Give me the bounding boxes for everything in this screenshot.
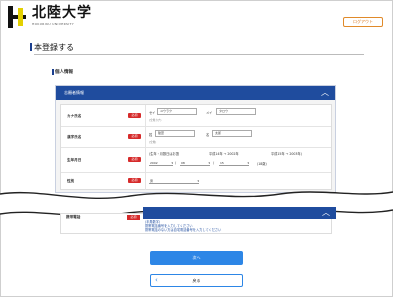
birth-year-select[interactable]: 2002 [149, 160, 173, 166]
gender-select[interactable]: 男 [149, 178, 199, 184]
kanji-note: (全角) [149, 141, 157, 144]
lower-panel-header[interactable]: ︿ [143, 207, 336, 219]
age-display: (18歳) [257, 162, 267, 166]
row-kana-name: カナ氏名 必須 セイ ユウラク メイ タロウ (全角カナ) [61, 105, 331, 127]
collapse-caret-icon[interactable]: ︿ [322, 207, 330, 219]
next-button[interactable]: 次へ [150, 251, 243, 265]
logo-text: 北陸大学 [32, 5, 92, 21]
panel-title: 志願者情報 [64, 90, 84, 95]
chevron-left-icon: ‹ [155, 276, 158, 284]
back-button-label: 戻る [192, 278, 201, 283]
section-label: 個人情報 [52, 69, 73, 75]
kanji-mei-label: 名 [206, 133, 210, 137]
kanji-mei-input[interactable]: 太郎 [212, 130, 252, 137]
required-badge: 必須 [128, 134, 141, 139]
required-badge: 必須 [128, 157, 141, 162]
kana-name-label: カナ氏名 [67, 114, 82, 118]
required-badge: 必須 [128, 113, 141, 118]
kana-mei-input[interactable]: タロウ [216, 108, 256, 115]
back-button[interactable]: ‹ 戻る [150, 274, 243, 287]
birthdate-era-2: 平成15年 → 2003年) [271, 152, 302, 156]
kana-mei-label: メイ [206, 111, 213, 115]
row-kanji-name: 漢字氏名 必須 姓 陸葉 名 太郎 (全角) [61, 127, 331, 148]
university-logo-icon [6, 6, 28, 28]
kanji-sei-label: 姓 [149, 133, 153, 137]
mobile-phone-note: (半角数字) 携帯電話番号を入力してください 携帯電話のない方は自宅電話番号を入… [145, 220, 222, 232]
kana-sei-label: セイ [149, 111, 156, 115]
kana-note: (全角カナ) [149, 119, 162, 122]
birth-month-select[interactable]: 08 [180, 160, 210, 166]
applicant-form: カナ氏名 必須 セイ ユウラク メイ タロウ (全角カナ) 漢字氏名 必須 姓 … [60, 104, 332, 190]
kanji-sei-input[interactable]: 陸葉 [155, 130, 195, 137]
page-title: 本登録する [30, 43, 74, 52]
title-divider [34, 54, 364, 55]
mobile-phone-label: 携帯電話 [66, 215, 81, 219]
logout-button[interactable]: ログアウト [343, 17, 383, 27]
required-badge: 必須 [128, 178, 141, 183]
birthdate-label: 生年月日 [67, 158, 82, 162]
kana-sei-input[interactable]: ユウラク [157, 108, 197, 115]
logo-subtext: HOKURIKU UNIVERSITY [32, 22, 75, 26]
birth-day-select[interactable]: 15 [219, 160, 249, 166]
required-badge: 必須 [127, 215, 140, 220]
gender-label: 性別 [67, 179, 75, 183]
collapse-caret-icon[interactable]: ︿ [321, 86, 329, 100]
panel-header[interactable]: 志願者情報 ︿ [56, 86, 335, 100]
birthdate-era-1: 平成14年 → 2002年 [209, 152, 239, 156]
row-birthdate: 生年月日 必須 (生年・月数日はお選 平成14年 → 2002年 平成15年 →… [61, 148, 331, 173]
birthdate-hint: (生年・月数日はお選 [149, 152, 179, 156]
kanji-name-label: 漢字氏名 [67, 135, 82, 139]
